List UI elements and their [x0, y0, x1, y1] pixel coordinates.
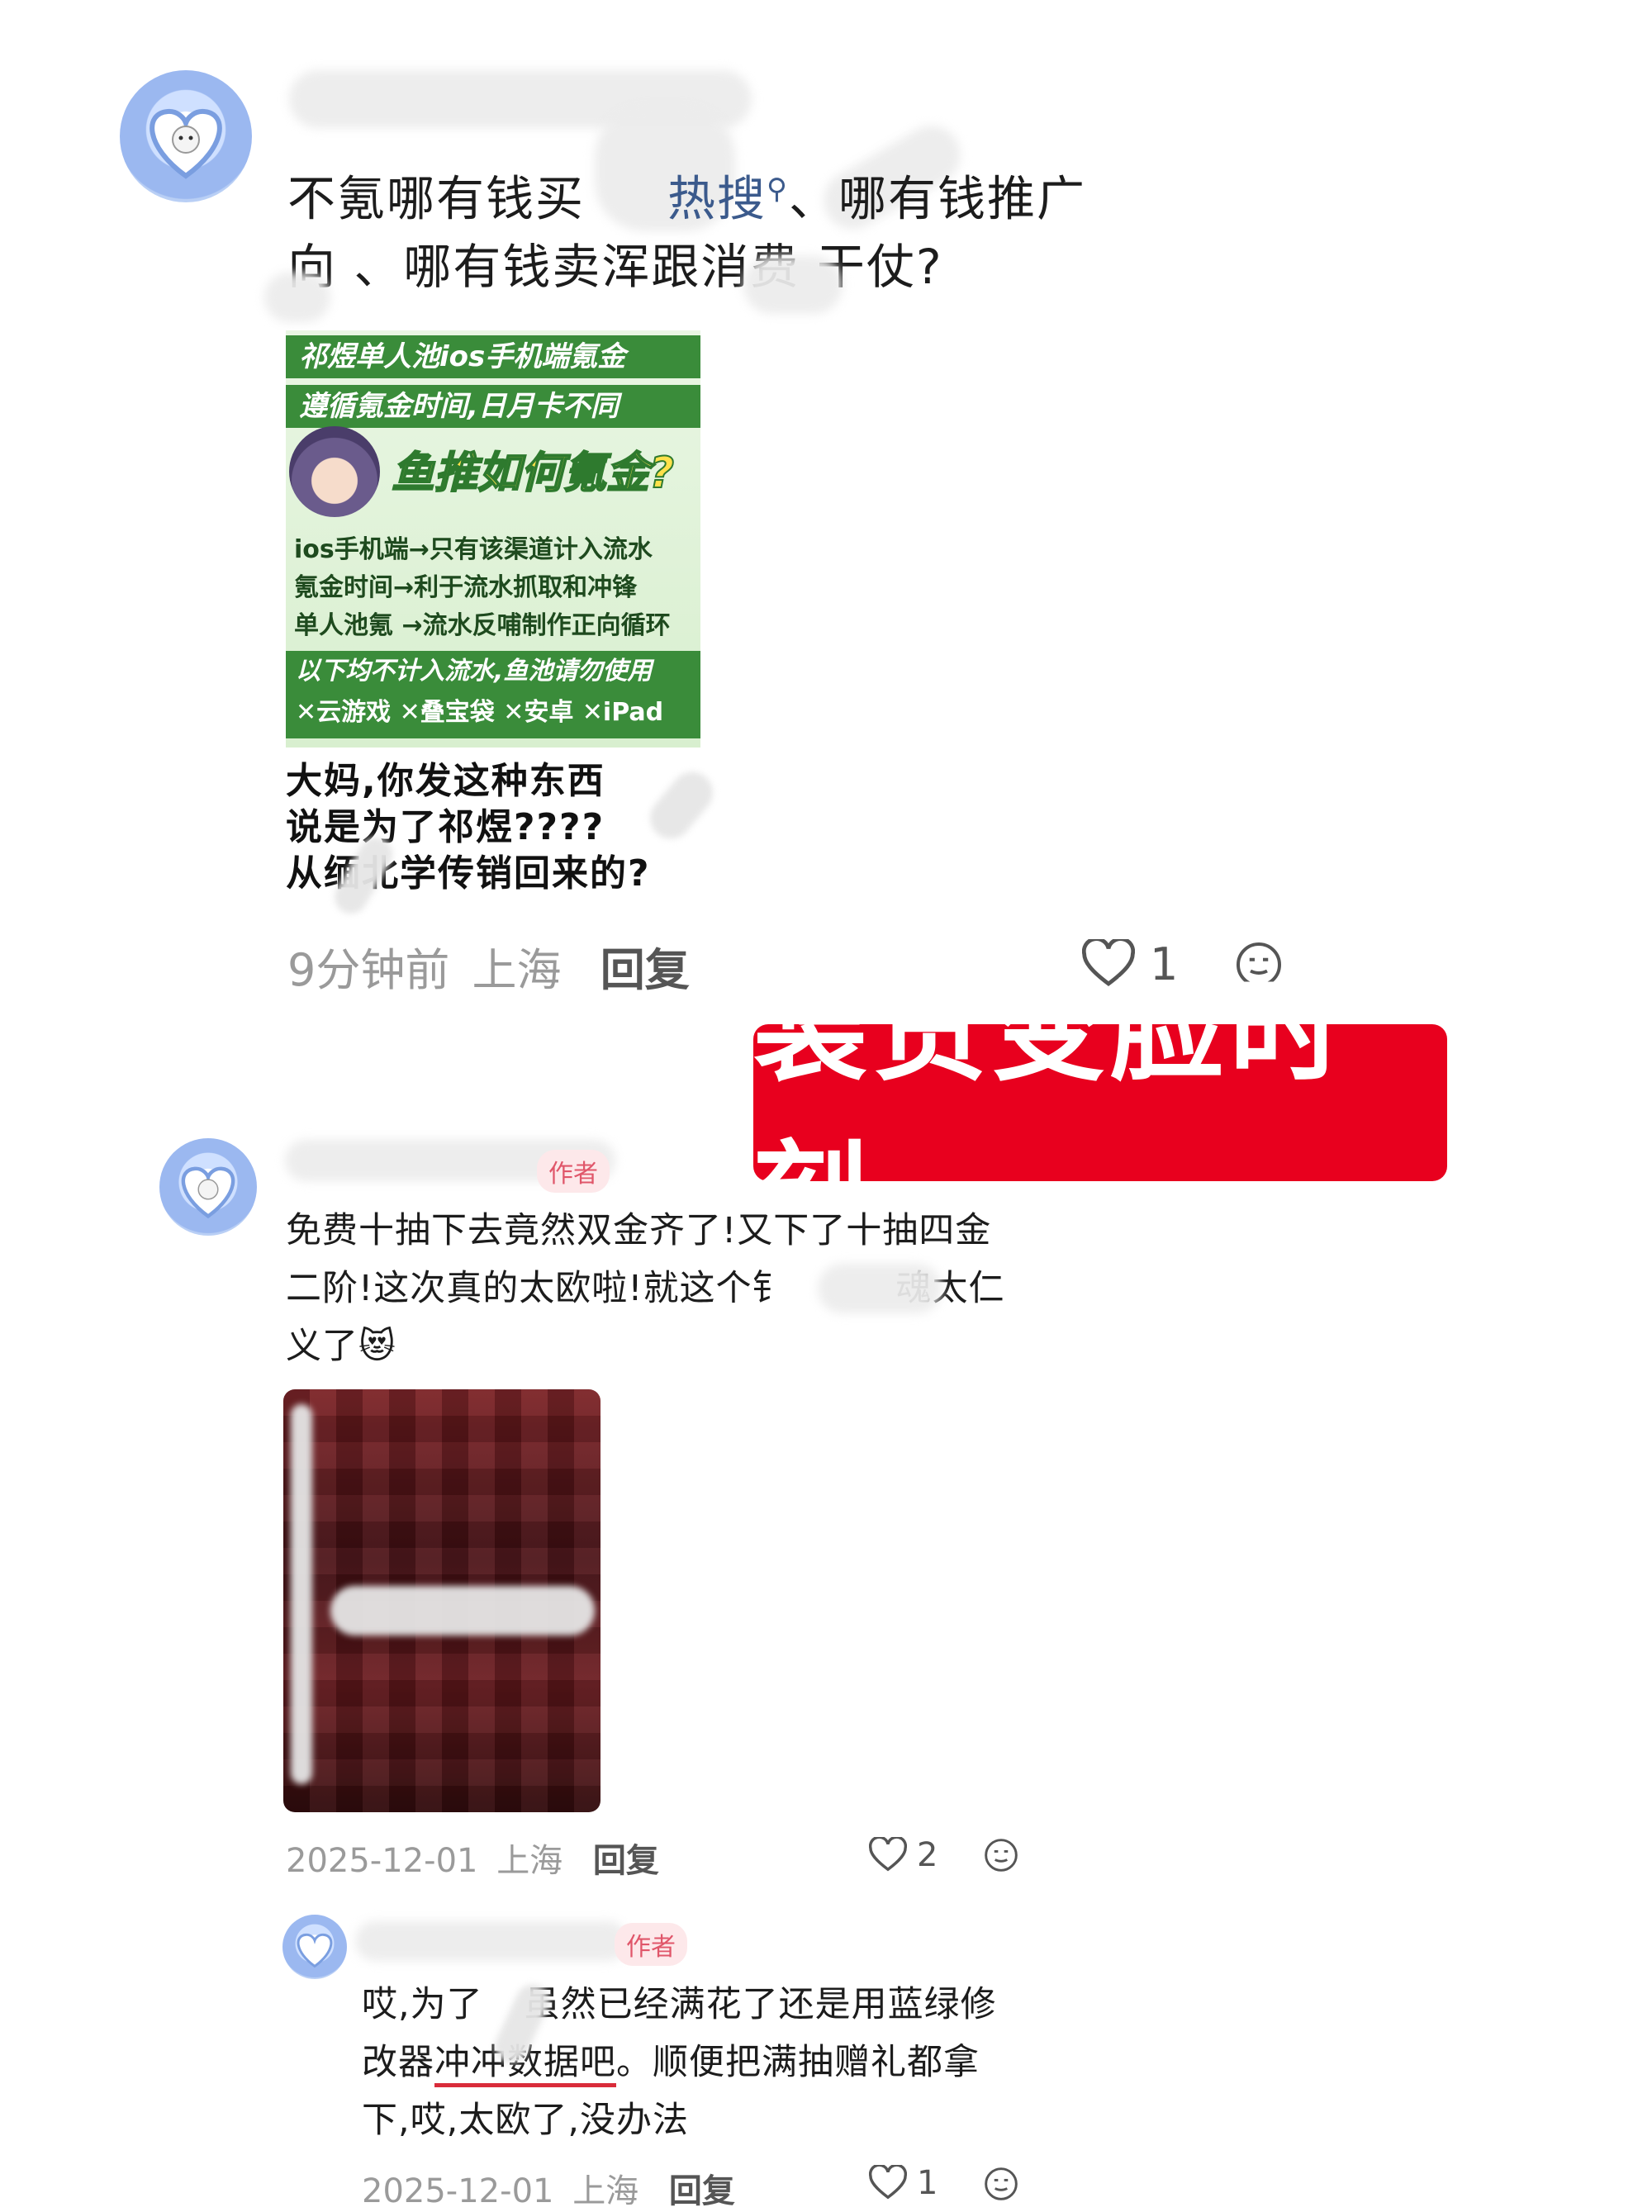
commenter-avatar[interactable] — [120, 70, 252, 202]
comment-time: 9分钟前 — [287, 944, 450, 996]
search-link-icon: ⚲ — [767, 173, 789, 206]
image-line: 单人池氪 →流水反哺制作正向循环 — [294, 611, 671, 640]
reply-location: 上海 — [572, 2172, 639, 2210]
redaction-mark — [291, 1404, 312, 1784]
image-banner-2: 遵循氪金时间,日月卡不同 — [286, 385, 700, 428]
image-notice: 以下均不计入流水,鱼池请勿使用 ✕云游戏 ✕叠宝袋 ✕安卓 ✕iPad — [286, 651, 700, 738]
hashtag-link[interactable]: 热搜 — [667, 170, 767, 226]
like-button[interactable]: 1 — [869, 2164, 938, 2202]
username-redacted — [355, 1921, 628, 1961]
cat-heart-eyes-emoji-icon: 😻 — [358, 1326, 396, 1367]
author-badge: 作者 — [615, 1923, 687, 1966]
reply-meta: 2025-12-01 上海 回复 — [362, 2164, 735, 2212]
heart-dog-avatar-icon — [181, 1166, 235, 1219]
comment-date: 2025-12-01 — [286, 1842, 478, 1880]
image-headline: 鱼推如何氪金? — [391, 448, 675, 499]
comment-location: 上海 — [472, 944, 562, 996]
heart-icon — [869, 2165, 907, 2200]
emoji-reaction-button[interactable] — [983, 2166, 1019, 2205]
reply-button[interactable]: 回复 — [669, 2172, 735, 2210]
embedded-image[interactable]: 祁煜单人池ios手机端氪金 遵循氪金时间,日月卡不同 鱼推如何氪金? ios手机… — [286, 330, 700, 748]
reply-button[interactable]: 回复 — [601, 944, 690, 996]
replier-avatar[interactable] — [282, 1915, 347, 1979]
commenter-avatar[interactable] — [159, 1138, 257, 1236]
heart-dog-avatar-icon — [150, 108, 222, 179]
redaction-mark — [264, 273, 330, 322]
comment-location: 上海 — [496, 1842, 563, 1880]
image-line: ios手机端→只有该渠道计入流水 — [294, 535, 653, 564]
author-badge: 作者 — [537, 1150, 610, 1193]
comment-meta: 9分钟前 上海 回复 — [287, 933, 690, 999]
redaction-mark — [330, 1586, 595, 1635]
redaction-mark — [743, 256, 843, 314]
overlay-banner: 装货变脸时刻 — [753, 964, 1447, 1262]
image-banner-1: 祁煜单人池ios手机端氪金 — [286, 335, 700, 378]
reply-date: 2025-12-01 — [362, 2172, 554, 2210]
reply-button[interactable]: 回复 — [593, 1842, 659, 1880]
image-line: 氪金时间→利于流水抓取和冲锋 — [294, 573, 638, 602]
chibi-character-icon — [289, 426, 380, 517]
emoji-face-icon — [985, 1839, 1018, 1872]
like-count: 1 — [917, 2164, 938, 2202]
redaction-mark — [818, 1264, 942, 1313]
like-button[interactable]: 2 — [869, 1834, 938, 1877]
emoji-face-icon — [985, 2167, 1018, 2200]
comment-meta: 2025-12-01 上海 回复 — [286, 1834, 659, 1882]
emoji-reaction-button[interactable] — [983, 1837, 1019, 1877]
reply-text: 哎,为了 虽然已经满花了还是用蓝绿修 改器冲冲数据吧。顺便把满抽赠礼都拿 下,哎,… — [362, 1984, 997, 2141]
like-count: 2 — [917, 1836, 938, 1874]
heart-icon — [869, 1837, 907, 1872]
heart-dog-avatar-icon — [297, 1933, 333, 1968]
